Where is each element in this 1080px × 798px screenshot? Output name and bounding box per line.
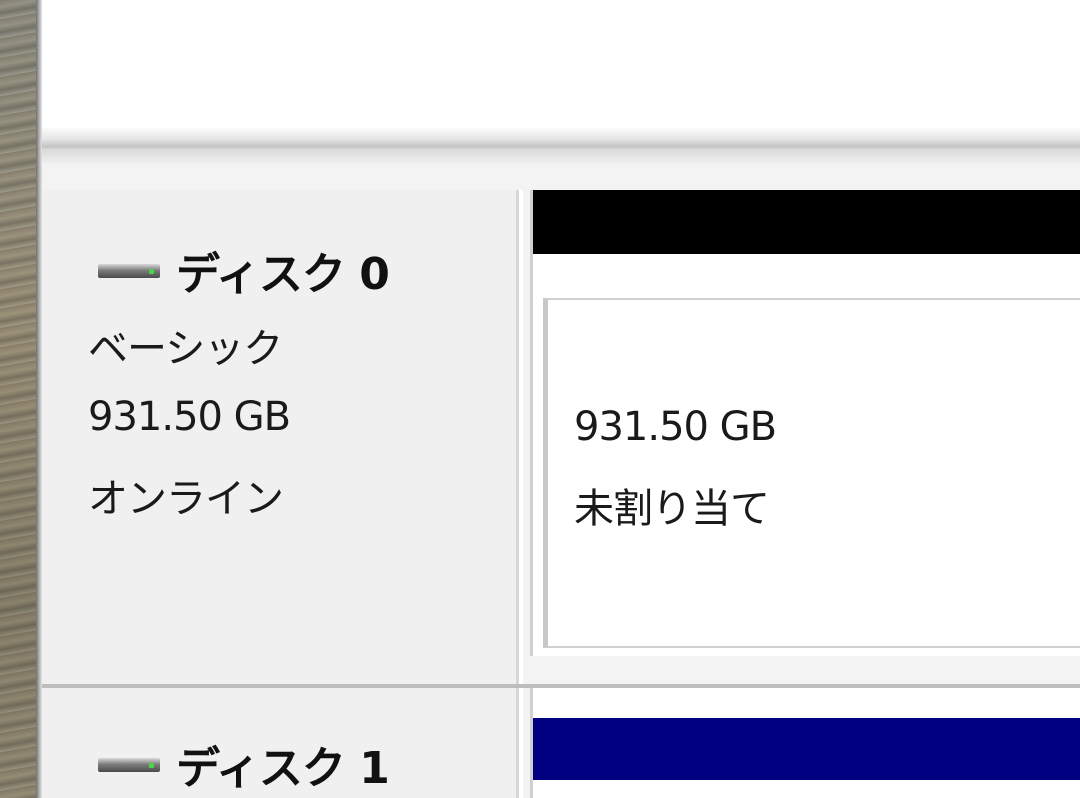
disk-row-0[interactable]: ディスク 0 ベーシック 931.50 GB オンライン 931.50 GB 未… [42, 190, 1080, 684]
partition-header-bar [533, 190, 1080, 254]
disk-title: ディスク 1 [98, 732, 390, 796]
partition-state: 未割り当て [574, 486, 770, 532]
disk-title: ディスク 0 [98, 238, 390, 302]
desktop-wallpaper [0, 0, 36, 798]
disk-management-window: ディスク 0 ベーシック 931.50 GB オンライン 931.50 GB 未… [0, 0, 1080, 798]
volume-list-pane[interactable] [42, 0, 1080, 128]
partition-header-bar [533, 718, 1080, 780]
disk-name: ディスク 1 [176, 743, 390, 794]
disk-name: ディスク 0 [176, 249, 390, 300]
pane-splitter[interactable] [42, 128, 1080, 164]
disk-info-panel[interactable]: ディスク 0 ベーシック 931.50 GB オンライン [42, 190, 519, 684]
partition-area[interactable]: 931.50 GB 未割り当て [530, 190, 1080, 656]
disk-type: ベーシック [88, 326, 283, 372]
disk-info-panel[interactable]: ディスク 1 [42, 688, 519, 798]
unallocated-partition[interactable]: 931.50 GB 未割り当て [543, 298, 1080, 648]
partition-size: 931.50 GB [574, 404, 777, 450]
hard-drive-icon [98, 260, 162, 280]
disk-status: オンライン [88, 476, 284, 522]
partition-area[interactable] [530, 688, 1080, 798]
disk-row-1[interactable]: ディスク 1 [42, 688, 1080, 798]
hard-drive-icon [98, 754, 162, 774]
disk-size: 931.50 GB [88, 394, 291, 440]
disk-graphical-view[interactable]: ディスク 0 ベーシック 931.50 GB オンライン 931.50 GB 未… [42, 164, 1080, 798]
